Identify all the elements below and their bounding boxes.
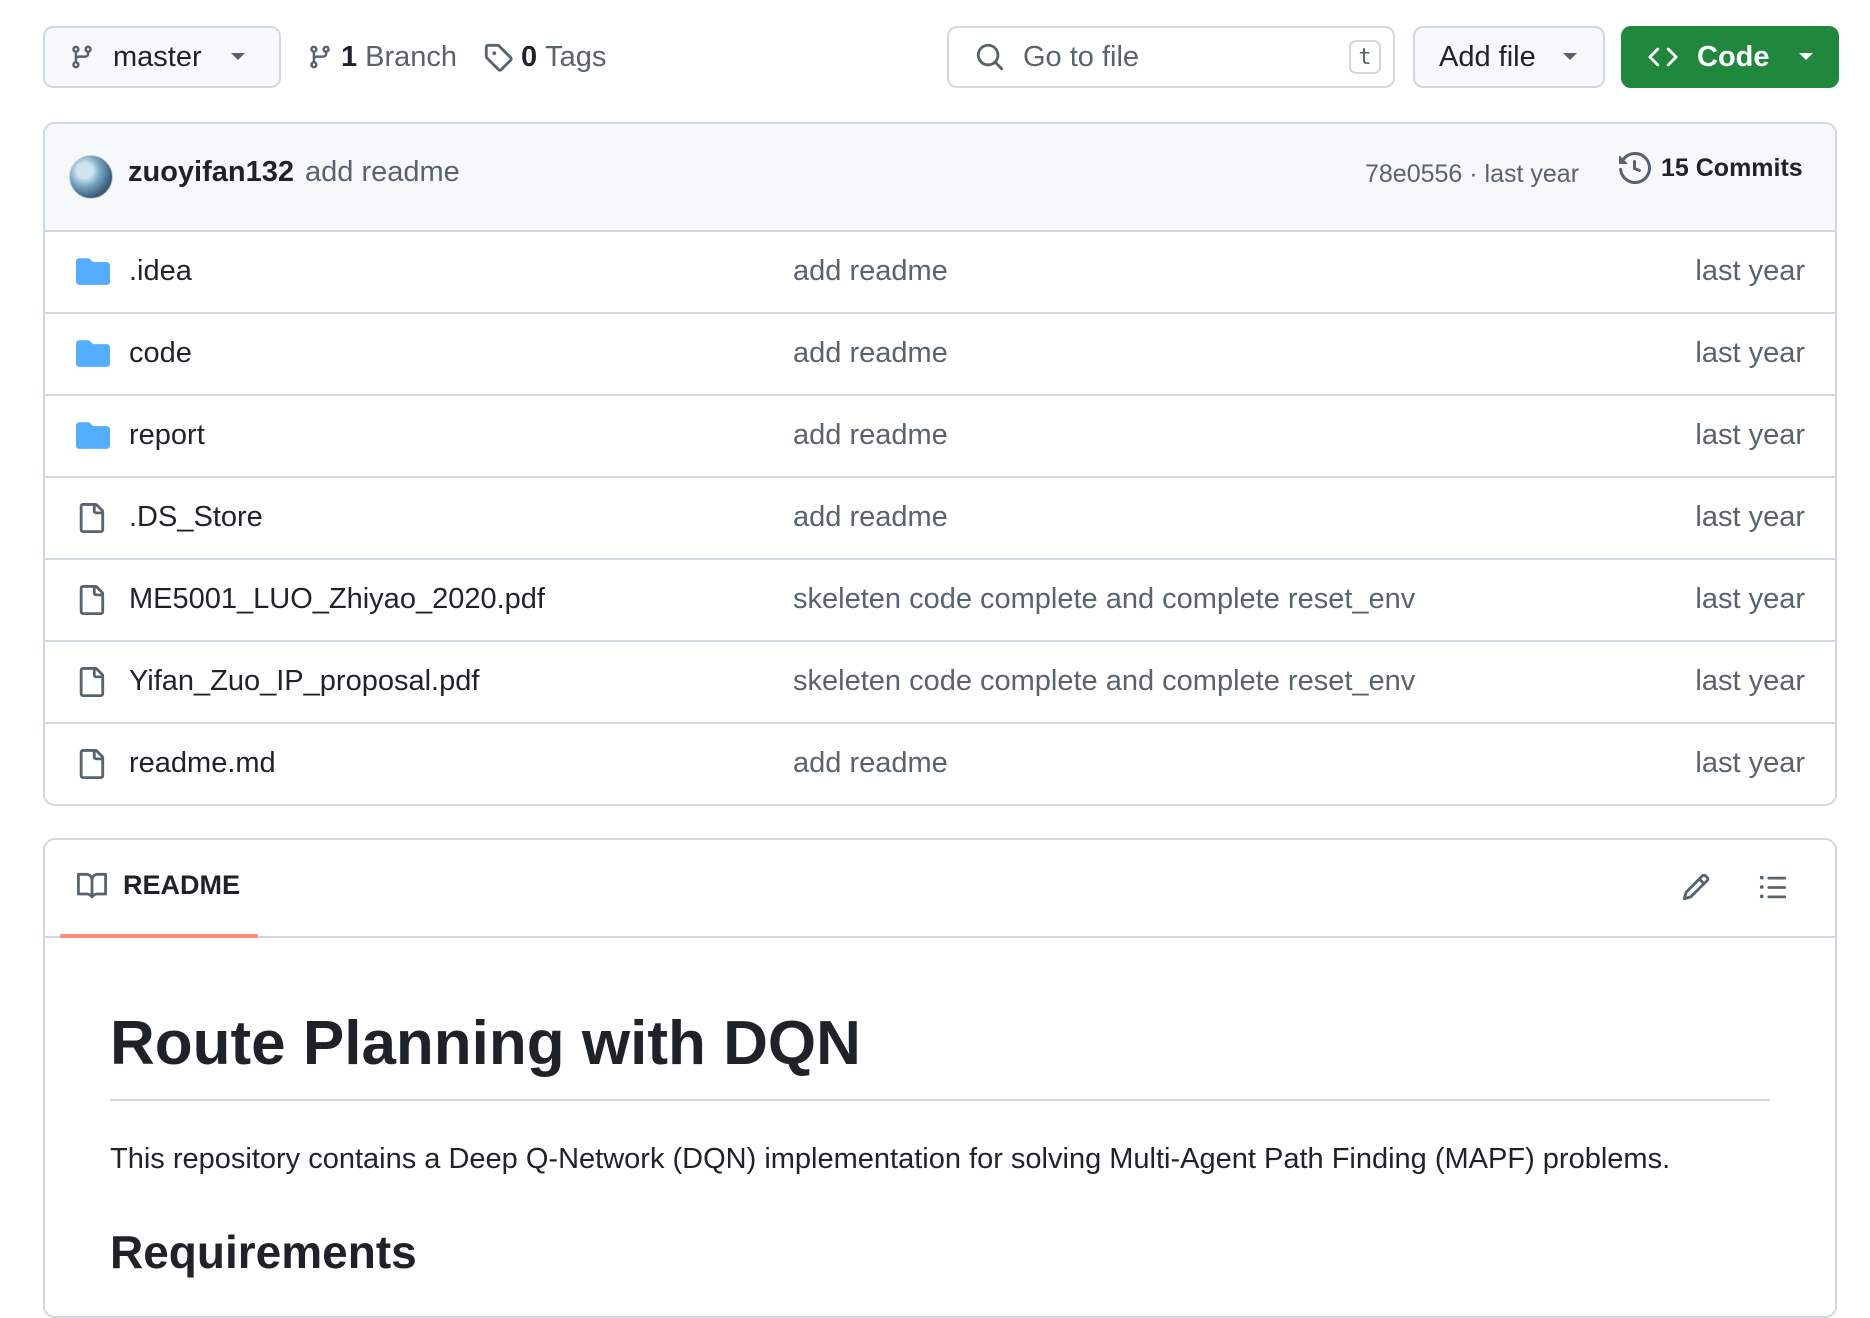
code-button-label: Code (1697, 40, 1770, 73)
chevron-down-icon (1798, 53, 1813, 60)
history-icon (1619, 152, 1651, 184)
file-commit-message[interactable]: add readme (793, 747, 948, 780)
file-row[interactable]: report add readme last year (45, 396, 1835, 478)
chevron-down-icon (1562, 53, 1577, 60)
file-commit-date: last year (1695, 583, 1805, 615)
file-row[interactable]: .idea add readme last year (45, 232, 1835, 314)
search-icon (976, 43, 1004, 71)
repo-toolbar: master 1 Branch 0 Tags Go to file t Add … (43, 26, 1839, 90)
folder-icon (76, 422, 110, 449)
file-name[interactable]: readme.md (129, 747, 276, 780)
file-row[interactable]: ME5001_LUO_Zhiyao_2020.pdf skeleten code… (45, 560, 1835, 642)
file-icon (79, 503, 105, 533)
book-icon (77, 872, 108, 898)
file-row[interactable]: code add readme last year (45, 314, 1835, 396)
file-name[interactable]: code (129, 337, 192, 370)
file-icon (79, 667, 105, 697)
tags-link[interactable]: 0 Tags (483, 26, 606, 88)
readme-title: Route Planning with DQN (110, 1008, 1770, 1102)
code-button[interactable]: Code (1621, 26, 1839, 88)
file-row[interactable]: .DS_Store add readme last year (45, 478, 1835, 560)
file-name[interactable]: ME5001_LUO_Zhiyao_2020.pdf (129, 583, 545, 616)
tag-count: 0 (521, 40, 538, 73)
add-file-button[interactable]: Add file (1413, 26, 1605, 88)
file-name[interactable]: Yifan_Zuo_IP_proposal.pdf (129, 665, 479, 698)
code-icon (1648, 47, 1678, 67)
pencil-icon[interactable] (1681, 872, 1711, 902)
tag-icon (484, 43, 513, 72)
tab-readme[interactable]: README (75, 870, 240, 901)
file-commit-message[interactable]: add readme (793, 337, 948, 370)
file-commit-date: last year (1695, 665, 1805, 697)
file-commit-message[interactable]: skeleten code complete and complete rese… (793, 583, 1415, 616)
readme-content: Route Planning with DQN This repository … (110, 936, 1770, 1279)
branch-name: master (113, 40, 202, 73)
tag-count-label: Tags (545, 40, 607, 73)
commits-count: 15 Commits (1661, 153, 1803, 182)
file-commit-date: last year (1695, 419, 1805, 451)
branch-selector-button[interactable]: master (43, 26, 281, 88)
branches-link[interactable]: 1 Branch (307, 26, 457, 88)
file-commit-date: last year (1695, 501, 1805, 533)
file-commit-date: last year (1695, 337, 1805, 369)
file-commit-date: last year (1695, 747, 1805, 779)
readme-header: README (45, 840, 1835, 938)
file-row[interactable]: Yifan_Zuo_IP_proposal.pdf skeleten code … (45, 642, 1835, 724)
file-name[interactable]: .DS_Store (129, 501, 263, 534)
folder-icon (76, 258, 110, 285)
commit-hash-time[interactable]: 78e0556 · last year (1365, 160, 1579, 189)
readme-tab-label: README (123, 870, 241, 900)
file-name[interactable]: report (129, 419, 205, 452)
go-to-file-placeholder: Go to file (1023, 40, 1140, 73)
list-outline-icon[interactable] (1757, 872, 1789, 902)
branch-count: 1 (341, 40, 358, 73)
file-name[interactable]: .idea (129, 255, 192, 288)
git-branch-icon (72, 45, 92, 69)
latest-commit-bar: zuoyifan132 add readme 78e0556 · last ye… (45, 124, 1835, 232)
branch-count-label: Branch (365, 40, 458, 73)
readme-section-heading: Requirements (110, 1226, 417, 1279)
commits-history-link[interactable]: 15 Commits (1619, 152, 1803, 184)
commit-message[interactable]: add readme (305, 156, 460, 189)
readme-paragraph: This repository contains a Deep Q-Networ… (110, 1143, 1671, 1176)
file-icon (79, 749, 105, 779)
git-branch-icon (310, 45, 330, 69)
file-commit-date: last year (1695, 255, 1805, 287)
add-file-label: Add file (1439, 40, 1536, 73)
file-browser: zuoyifan132 add readme 78e0556 · last ye… (43, 122, 1837, 806)
avatar[interactable] (69, 155, 113, 199)
folder-icon (76, 340, 110, 367)
shortcut-key-hint: t (1349, 40, 1381, 74)
commit-author[interactable]: zuoyifan132 (128, 156, 294, 189)
go-to-file-input[interactable]: Go to file t (947, 26, 1395, 88)
file-commit-message[interactable]: add readme (793, 419, 948, 452)
file-list: .idea add readme last year code add read… (45, 232, 1835, 804)
chevron-down-icon (230, 53, 245, 60)
file-commit-message[interactable]: skeleten code complete and complete rese… (793, 665, 1415, 698)
file-icon (79, 585, 105, 615)
file-row[interactable]: readme.md add readme last year (45, 724, 1835, 804)
readme-panel: README Route Planning with DQN This repo… (43, 838, 1837, 1318)
file-commit-message[interactable]: add readme (793, 255, 948, 288)
file-commit-message[interactable]: add readme (793, 501, 948, 534)
